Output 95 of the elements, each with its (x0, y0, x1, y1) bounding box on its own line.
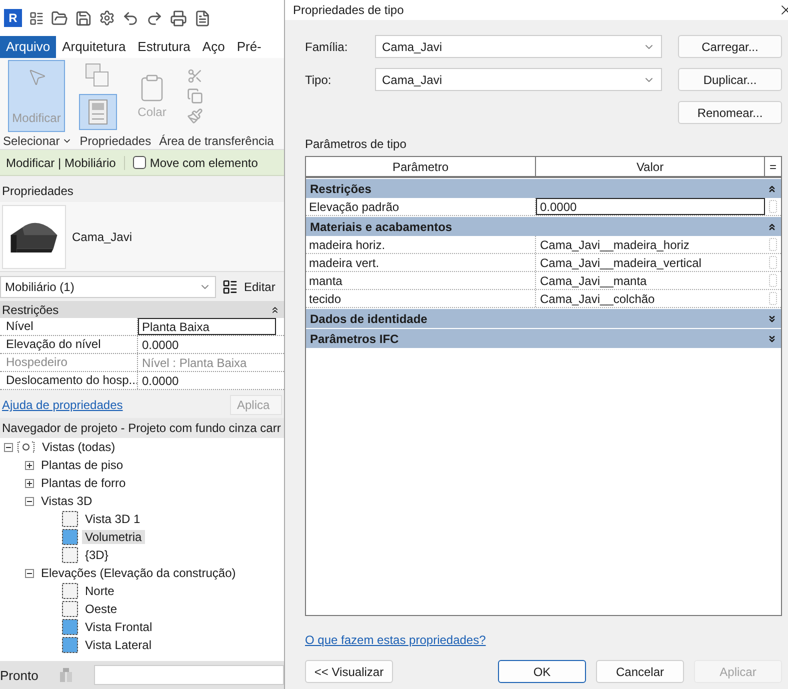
print-icon[interactable] (170, 10, 187, 26)
expand-icon[interactable] (25, 460, 34, 470)
panel-icon[interactable] (29, 10, 44, 26)
parameter-name: tecido (306, 290, 536, 307)
ribbon-tab[interactable]: Arquivo (0, 36, 56, 58)
save-icon[interactable] (75, 10, 92, 26)
edit-type-icon[interactable] (222, 279, 238, 295)
row-handle (769, 238, 777, 251)
parameter-name: madeira vert. (306, 254, 536, 271)
column-header[interactable]: Valor (536, 157, 765, 176)
checkbox[interactable] (132, 156, 146, 169)
ribbon-tab[interactable]: Arquitetura (56, 36, 132, 58)
row-handle (769, 292, 777, 305)
app-logo[interactable]: R (4, 9, 22, 27)
side-button[interactable]: Carregar... (678, 35, 782, 58)
property-value[interactable]: Planta Baixa (138, 318, 276, 335)
field-label: Família: (305, 40, 349, 54)
help-link[interactable]: Ajuda de propriedades (2, 398, 123, 412)
dialog-button[interactable]: OK (498, 660, 586, 683)
group-header[interactable]: Restrições (310, 182, 372, 196)
undo-icon[interactable] (122, 10, 139, 26)
property-value[interactable]: 0.0000 (138, 372, 276, 389)
tree-item[interactable]: Vista Lateral (82, 638, 154, 652)
dialog-button[interactable]: << Visualizar (305, 660, 393, 683)
ribbon-tab[interactable]: Estrutura (132, 36, 196, 58)
expand-icon[interactable] (767, 334, 777, 344)
property-value[interactable]: 0.0000 (138, 336, 276, 353)
type-name: Cama_Javi (72, 230, 132, 244)
collapse-icon[interactable] (4, 442, 13, 452)
group-header[interactable]: Dados de identidade (310, 312, 428, 326)
parameter-value[interactable]: Cama_Javi__colchão (536, 290, 765, 307)
property-name: Hospedeiro (0, 354, 138, 371)
views-icon (17, 440, 35, 454)
category-select[interactable]: Mobiliário (1) (0, 276, 216, 298)
redo-icon[interactable] (146, 10, 163, 26)
property-name: Elevação do nível (0, 336, 138, 353)
tree-item[interactable]: Vistas (todas) (39, 440, 118, 454)
dialog-title: Propriedades de tipo (293, 3, 404, 17)
parameter-value[interactable]: Cama_Javi__madeira_vertical (536, 254, 765, 271)
palette-title: Propriedades (1, 183, 74, 200)
parameter-name: Elevação padrão (306, 198, 536, 215)
tree-item[interactable]: Elevações (Elevação da construção) (38, 566, 239, 580)
parameter-value[interactable]: 0.0000 (536, 198, 765, 215)
open-icon[interactable] (51, 10, 68, 26)
collapse-icon[interactable] (25, 568, 34, 578)
tree-item[interactable]: Vista Frontal (82, 620, 156, 634)
tree-item[interactable]: {3D} (82, 548, 112, 562)
ribbon-tab[interactable]: Aço (196, 36, 231, 58)
status-text: Pronto (0, 668, 38, 682)
ribbon-tab[interactable]: Pré- (230, 36, 268, 58)
collapse-icon[interactable] (270, 304, 280, 314)
column-header[interactable]: Parâmetro (306, 157, 536, 176)
row-handle (769, 256, 777, 269)
tree-item[interactable]: Vistas 3D (38, 494, 96, 508)
sort-toggle[interactable]: = (765, 157, 781, 176)
panel-label: Área de transferência (159, 134, 274, 148)
tree-item[interactable]: Oeste (82, 602, 120, 616)
help-link[interactable]: O que fazem estas propriedades? (305, 633, 486, 647)
context-title: Modificar | Mobiliário (0, 156, 125, 170)
row-handle (769, 200, 777, 213)
collapse-icon[interactable] (767, 184, 777, 194)
tree-item[interactable]: Volumetria (82, 530, 145, 544)
checkbox-label[interactable]: Move com elemento (150, 156, 258, 170)
panel-label[interactable]: Selecionar (3, 134, 60, 148)
tree-item[interactable]: Norte (82, 584, 118, 598)
panel-label: Propriedades (80, 134, 152, 148)
edit-type-label[interactable]: Editar (244, 280, 276, 294)
expand-icon[interactable] (767, 314, 777, 324)
row-handle (769, 274, 777, 287)
navigator-title: Navegador de projeto - Projeto com fundo cinza carr (0, 418, 284, 438)
property-name: Nível (0, 318, 138, 335)
parameter-value[interactable]: Cama_Javi__madeira_horiz (536, 236, 765, 253)
collapse-icon[interactable] (25, 496, 34, 506)
status-field[interactable] (94, 665, 284, 685)
gear-icon[interactable] (99, 10, 115, 26)
field-label: Tipo: (305, 72, 332, 86)
tree-item[interactable]: Vista 3D 1 (82, 512, 144, 526)
pdf-icon[interactable] (194, 10, 211, 26)
properties-toggle[interactable] (79, 94, 117, 130)
side-button[interactable]: Renomear... (678, 101, 782, 124)
properties-icon (88, 99, 108, 125)
tree-item[interactable]: Plantas de piso (38, 458, 126, 472)
expand-icon[interactable] (25, 478, 34, 488)
parameter-value[interactable]: Cama_Javi__manta (536, 272, 765, 289)
collapse-icon[interactable] (767, 222, 777, 232)
tree-item[interactable]: Plantas de forro (38, 476, 129, 490)
combo-box[interactable]: Cama_Javi (375, 68, 662, 91)
group-header[interactable]: Restrições (2, 302, 59, 316)
dialog-button[interactable]: Cancelar (596, 660, 684, 683)
parameter-name: madeira horiz. (306, 236, 536, 253)
section-label: Parâmetros de tipo (305, 137, 408, 151)
combo-box[interactable]: Cama_Javi (375, 35, 662, 58)
parameter-name: manta (306, 272, 536, 289)
group-header[interactable]: Parâmetros IFC (310, 332, 399, 346)
side-button[interactable]: Duplicar... (678, 68, 782, 91)
